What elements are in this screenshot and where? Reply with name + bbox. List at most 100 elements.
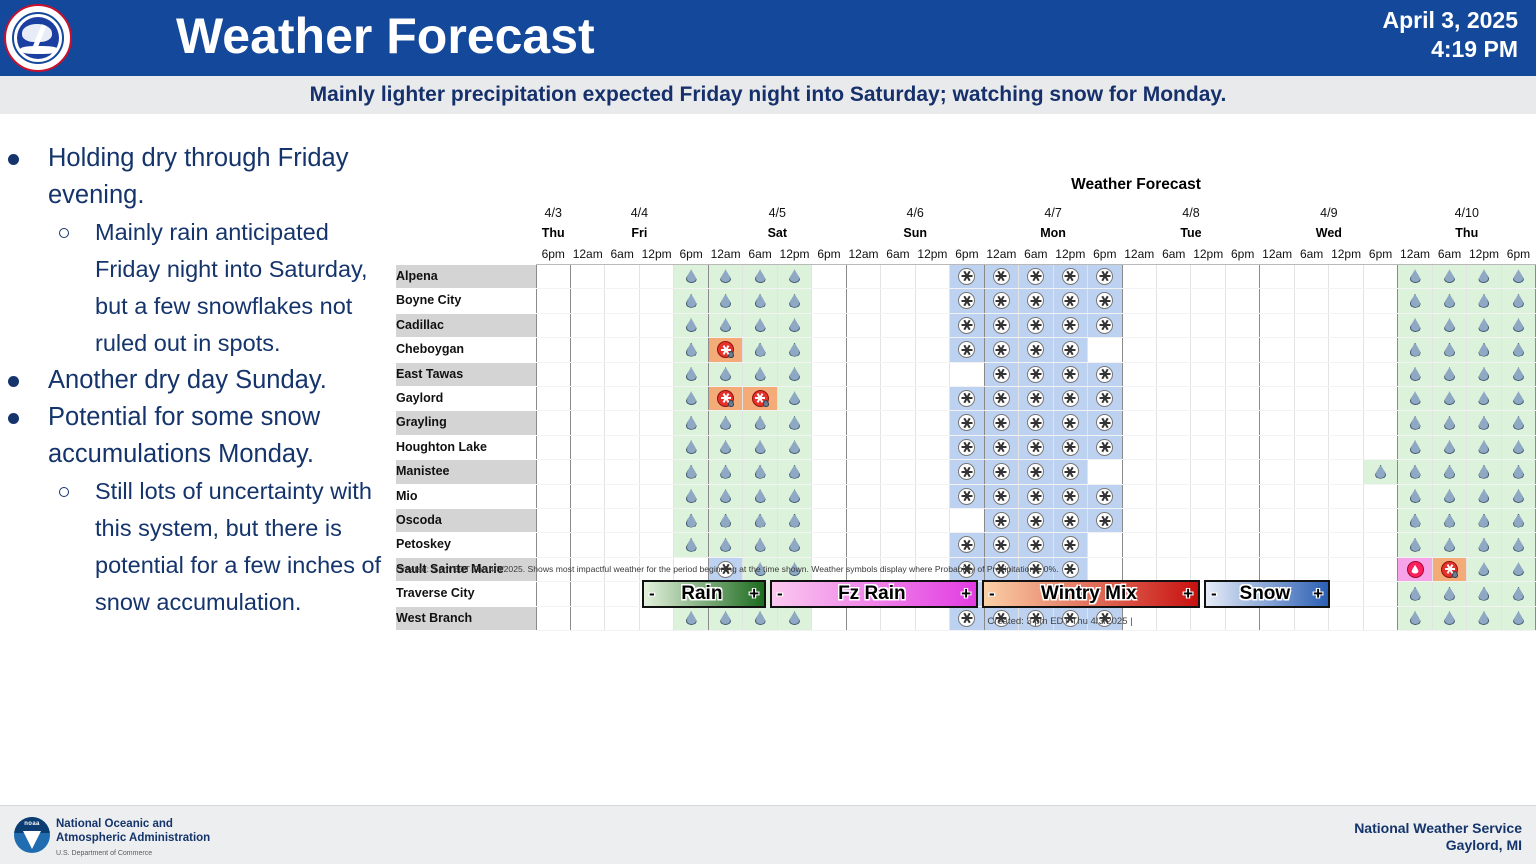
hour-label: 12am bbox=[1397, 243, 1433, 265]
forecast-cell bbox=[535, 337, 571, 363]
noaa-logo-icon: noaa bbox=[14, 817, 50, 853]
forecast-cell bbox=[1225, 288, 1261, 314]
snow-icon bbox=[1027, 267, 1045, 285]
forecast-cell bbox=[915, 410, 951, 436]
chart-footnote: Created: 3 pm EDT Thu 4/3/2025. Shows mo… bbox=[396, 564, 1059, 574]
created-stamp-text: Created: 3 pm EDT Thu 4/3/2025 | bbox=[987, 616, 1133, 627]
wintry-mix-icon bbox=[751, 389, 769, 407]
rain-icon bbox=[685, 415, 697, 430]
forecast-cell bbox=[811, 362, 847, 388]
subtitle-text: Mainly lighter precipitation expected Fr… bbox=[309, 83, 1227, 106]
forecast-cell bbox=[984, 459, 1020, 485]
legend-label: Rain bbox=[681, 583, 723, 604]
hour-label: 12pm bbox=[1190, 243, 1226, 265]
forecast-cell bbox=[742, 435, 778, 461]
forecast-cell bbox=[639, 313, 675, 339]
legend: - Rain + - Fz Rain + - Wintry Mix + - Snow + bbox=[642, 580, 1330, 608]
table-row: Gaylord bbox=[396, 386, 1536, 412]
forecast-cell bbox=[984, 410, 1020, 436]
forecast-cell bbox=[1294, 264, 1330, 290]
forecast-cell bbox=[570, 264, 606, 290]
legend-item-snow[interactable]: - Snow + bbox=[1204, 580, 1330, 608]
city-label: Cadillac bbox=[396, 313, 536, 339]
forecast-cell bbox=[742, 410, 778, 436]
forecast-cell bbox=[535, 581, 571, 607]
forecast-cell bbox=[949, 532, 985, 558]
forecast-cell bbox=[1053, 508, 1089, 534]
office-location: Gaylord, MI bbox=[1445, 837, 1522, 853]
forecast-cell bbox=[1087, 386, 1123, 412]
forecast-cell bbox=[1397, 484, 1433, 510]
day-date: 4/3 bbox=[544, 205, 562, 220]
forecast-cell bbox=[1501, 386, 1536, 412]
snow-icon bbox=[1027, 463, 1045, 481]
day-name: Thu bbox=[541, 226, 565, 240]
forecast-cell bbox=[604, 264, 640, 290]
forecast-cell bbox=[915, 484, 951, 510]
rain-icon bbox=[685, 489, 697, 504]
day-name: Thu bbox=[1455, 226, 1479, 240]
rain-icon bbox=[1478, 415, 1490, 430]
forecast-cell bbox=[1397, 386, 1433, 412]
rain-icon bbox=[789, 440, 801, 455]
forecast-cell bbox=[1294, 386, 1330, 412]
rain-icon bbox=[720, 513, 732, 528]
forecast-cell bbox=[639, 508, 675, 534]
legend-label: Snow bbox=[1239, 583, 1291, 604]
forecast-cell bbox=[673, 362, 709, 388]
hour-label: 6pm bbox=[673, 243, 709, 265]
forecast-cell bbox=[570, 435, 606, 461]
forecast-cell bbox=[880, 288, 916, 314]
forecast-cell bbox=[742, 508, 778, 534]
forecast-cell bbox=[777, 288, 813, 314]
forecast-cell bbox=[1190, 386, 1226, 412]
forecast-cell bbox=[1501, 484, 1536, 510]
day-date: 4/5 bbox=[768, 205, 786, 220]
snow-icon bbox=[992, 267, 1010, 285]
rain-icon bbox=[685, 440, 697, 455]
forecast-cell bbox=[880, 337, 916, 363]
sub-bullet-item: Mainly rain anticipated Friday night int… bbox=[0, 214, 392, 362]
forecast-cell bbox=[1087, 508, 1123, 534]
forecast-cell bbox=[673, 337, 709, 363]
forecast-cell bbox=[742, 532, 778, 558]
forecast-cell bbox=[1432, 508, 1468, 534]
noaa-line-1: National Oceanic and bbox=[56, 818, 173, 830]
forecast-cell bbox=[708, 386, 744, 412]
wintry-mix-icon bbox=[717, 389, 735, 407]
forecast-cell bbox=[570, 337, 606, 363]
forecast-cell bbox=[1122, 459, 1158, 485]
forecast-cell bbox=[1156, 484, 1192, 510]
forecast-cell bbox=[1363, 288, 1399, 314]
forecast-cell bbox=[949, 313, 985, 339]
chart-header-date-row: 4/3 4/4 4/5 4/6 4/7 4/8 4/9 4/10 bbox=[396, 202, 1536, 223]
forecast-cell bbox=[846, 362, 882, 388]
snow-icon bbox=[1096, 365, 1114, 383]
forecast-cell bbox=[570, 508, 606, 534]
chart-header-hour-row: 6pm 12am 6am 12pm 6pm 12am 6am 12pm 6pm 12am 6am 12… bbox=[396, 243, 1536, 265]
table-row: Mio bbox=[396, 484, 1536, 510]
forecast-cell bbox=[984, 435, 1020, 461]
forecast-cell bbox=[1328, 362, 1364, 388]
rain-icon bbox=[1478, 586, 1490, 601]
snow-icon bbox=[958, 341, 976, 359]
forecast-cell bbox=[915, 386, 951, 412]
city-label: Mio bbox=[396, 484, 536, 510]
forecast-cell bbox=[604, 288, 640, 314]
legend-item-fz-rain[interactable]: - Fz Rain + bbox=[770, 580, 978, 608]
forecast-cell bbox=[1018, 386, 1054, 412]
forecast-cell bbox=[880, 508, 916, 534]
snow-icon bbox=[958, 438, 976, 456]
legend-plus: + bbox=[749, 584, 759, 603]
forecast-cell bbox=[673, 288, 709, 314]
forecast-cell bbox=[1397, 264, 1433, 290]
forecast-cell bbox=[1087, 288, 1123, 314]
page-header: Weather Forecast April 3, 2025 4:19 PM bbox=[0, 0, 1536, 76]
forecast-cell bbox=[777, 459, 813, 485]
legend-item-wintry-mix[interactable]: - Wintry Mix + bbox=[982, 580, 1200, 608]
forecast-cell bbox=[604, 337, 640, 363]
forecast-cell bbox=[1156, 508, 1192, 534]
legend-item-rain[interactable]: - Rain + bbox=[642, 580, 766, 608]
forecast-cell bbox=[1087, 337, 1123, 363]
forecast-cell bbox=[1328, 435, 1364, 461]
